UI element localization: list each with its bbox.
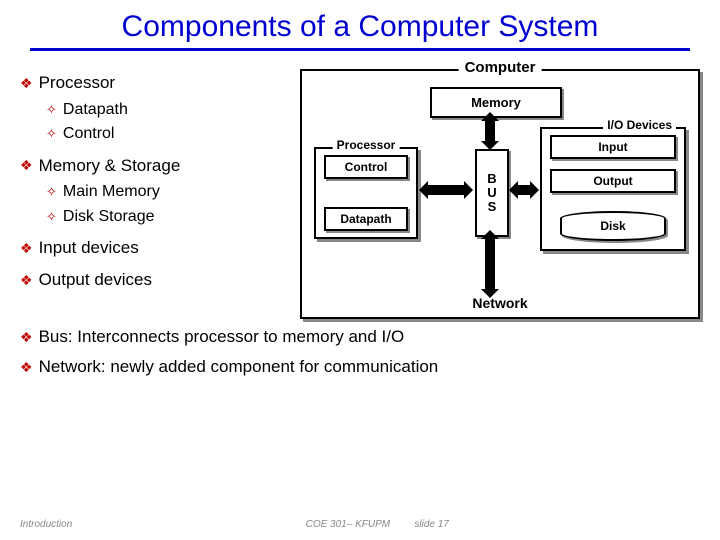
bus-u: U <box>477 186 507 200</box>
arrow-bus-io <box>518 185 530 195</box>
bullet-list-left: ❖ Processor ✧ Datapath ✧ Control ❖ Memory & … <box>20 71 300 292</box>
bullet-processor: ❖ Processor <box>20 71 300 95</box>
output-box: Output <box>550 169 676 193</box>
bullet-text: Control <box>63 123 115 145</box>
disk-box: Disk <box>560 211 666 241</box>
bullet-list-lower: ❖ Bus: Interconnects processor to memory … <box>20 325 700 379</box>
bullet-input-devices: ❖ Input devices <box>20 236 300 260</box>
io-label: I/O Devices <box>603 118 676 132</box>
io-devices-box: I/O Devices Input Output Disk <box>540 127 686 251</box>
bullet-output-devices: ❖ Output devices <box>20 268 300 292</box>
bullet-text: Bus: Interconnects processor to memory a… <box>39 325 405 349</box>
bullet-datapath: ✧ Datapath <box>46 99 300 121</box>
bullet-text: Network: newly added component for commu… <box>39 355 439 379</box>
diamond-icon: ❖ <box>20 158 33 172</box>
computer-label: Computer <box>459 59 542 76</box>
bullet-disk-storage: ✧ Disk Storage <box>46 206 300 228</box>
processor-label: Processor <box>333 138 400 152</box>
bullet-text: Disk Storage <box>63 206 155 228</box>
footer-right: slide 17 <box>414 519 448 530</box>
diamond-icon: ❖ <box>20 273 33 287</box>
datapath-box: Datapath <box>324 207 408 231</box>
diamond-icon: ✧ <box>46 125 57 143</box>
diamond-icon: ✧ <box>46 101 57 119</box>
diamond-icon: ❖ <box>20 360 33 374</box>
footer-mid: COE 301– KFUPM <box>306 519 390 530</box>
bullet-text: Datapath <box>63 99 128 121</box>
input-box: Input <box>550 135 676 159</box>
control-box: Control <box>324 155 408 179</box>
footer: Introduction COE 301– KFUPM slide 17 <box>20 519 700 530</box>
bullet-main-memory: ✧ Main Memory <box>46 181 300 203</box>
bus-s: S <box>477 200 507 214</box>
diamond-icon: ✧ <box>46 208 57 226</box>
bullet-text: Processor <box>39 71 116 95</box>
bullet-text: Input devices <box>39 236 139 260</box>
bullet-memory-storage: ❖ Memory & Storage <box>20 154 300 178</box>
bullet-text: Output devices <box>39 268 152 292</box>
footer-left: Introduction <box>20 519 72 530</box>
arrow-memory-bus <box>485 121 495 141</box>
bullet-text: Memory & Storage <box>39 154 181 178</box>
diamond-icon: ❖ <box>20 330 33 344</box>
computer-box: Computer Memory Processor Control Datapa… <box>300 69 700 319</box>
arrow-proc-bus <box>428 185 464 195</box>
arrow-bus-network <box>485 239 495 289</box>
network-label: Network <box>472 295 527 311</box>
bullet-text: Main Memory <box>63 181 160 203</box>
bullet-network: ❖ Network: newly added component for comm… <box>20 355 700 379</box>
slide-title: Components of a Computer System <box>30 10 690 51</box>
diamond-icon: ❖ <box>20 76 33 90</box>
diamond-icon: ❖ <box>20 241 33 255</box>
processor-box: Processor Control Datapath <box>314 147 418 239</box>
bullet-bus: ❖ Bus: Interconnects processor to memory … <box>20 325 700 349</box>
diamond-icon: ✧ <box>46 183 57 201</box>
bullet-control: ✧ Control <box>46 123 300 145</box>
bus-b: B <box>477 172 507 186</box>
bus-box: B U S <box>475 149 509 237</box>
